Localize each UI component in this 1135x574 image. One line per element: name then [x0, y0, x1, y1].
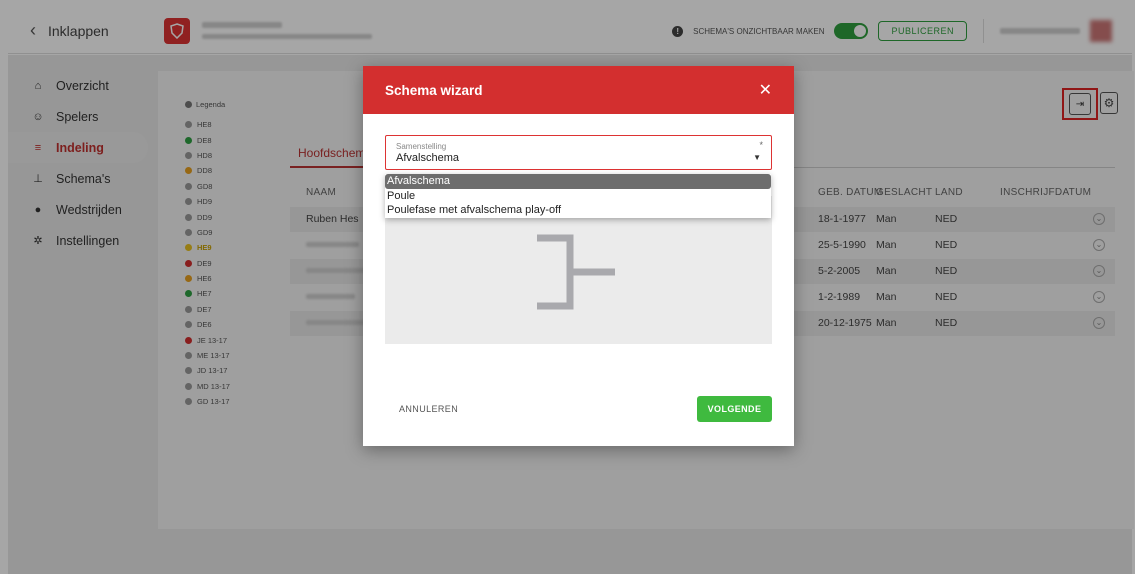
dialog-header: Schema wizard ✕ [363, 66, 794, 114]
schema-wizard-dialog: Schema wizard ✕ Samenstelling Afvalschem… [363, 66, 794, 446]
field-value: Afvalschema [396, 152, 459, 164]
next-button[interactable]: VOLGENDE [697, 396, 772, 422]
samenstelling-dropdown: Afvalschema Poule Poulefase met afvalsch… [385, 174, 771, 218]
dialog-title: Schema wizard [385, 82, 483, 98]
cancel-button[interactable]: ANNULEREN [399, 404, 458, 414]
chevron-down-icon: ▼ [753, 153, 761, 162]
bracket-preview-icon [537, 234, 615, 310]
required-mark: * [759, 140, 763, 150]
option-afvalschema[interactable]: Afvalschema [385, 174, 771, 189]
field-label: Samenstelling [396, 142, 447, 151]
option-poule[interactable]: Poule [385, 189, 771, 204]
close-icon[interactable]: ✕ [759, 80, 772, 100]
option-poulefase-playoff[interactable]: Poulefase met afvalschema play-off [385, 203, 771, 218]
schema-preview [385, 196, 772, 344]
samenstelling-select[interactable]: Samenstelling Afvalschema * ▼ [385, 135, 772, 170]
